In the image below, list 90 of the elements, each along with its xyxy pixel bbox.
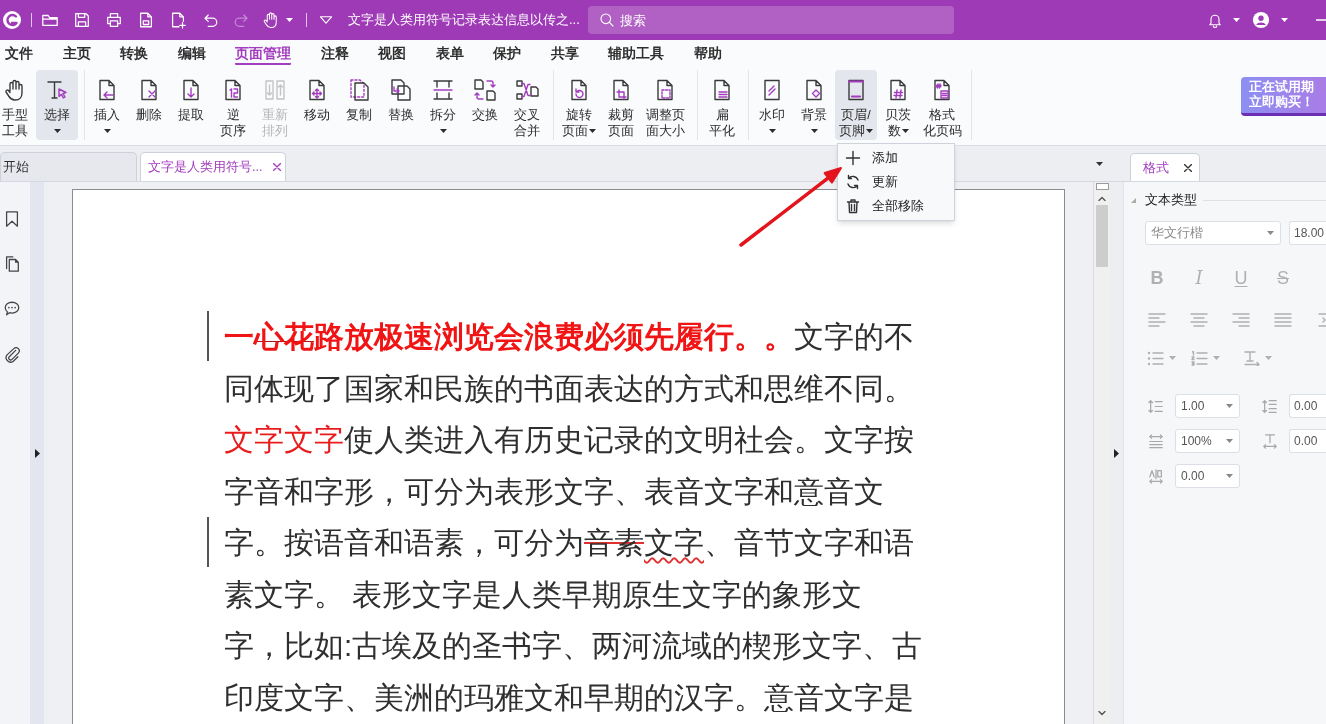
select-button[interactable]: 选择 bbox=[36, 70, 78, 140]
bell-icon[interactable] bbox=[1207, 12, 1223, 28]
hand-icon[interactable] bbox=[262, 11, 280, 29]
pages-exchange-icon bbox=[473, 78, 497, 102]
caret-icon[interactable] bbox=[1096, 161, 1103, 166]
menu-tab[interactable]: 文件 bbox=[5, 43, 33, 65]
menu-tab[interactable]: 辅助工具 bbox=[608, 43, 664, 65]
app-logo-icon[interactable] bbox=[2, 10, 22, 30]
caret-icon bbox=[1226, 439, 1233, 443]
extract-button[interactable]: 提取 bbox=[170, 70, 212, 140]
menu-item[interactable]: 添加 bbox=[838, 146, 954, 170]
caret-icon bbox=[103, 129, 111, 133]
page-number-button[interactable]: 格式 化页码 bbox=[919, 70, 965, 140]
text-cursor-icon bbox=[45, 78, 69, 102]
document-icon[interactable] bbox=[137, 11, 155, 29]
shuffle-arrows-icon bbox=[515, 78, 539, 102]
flatten-button[interactable]: 扁 平化 bbox=[701, 70, 743, 140]
comment-bubbles-icon[interactable] bbox=[3, 300, 21, 318]
save-icon[interactable] bbox=[73, 11, 91, 29]
menu-tab[interactable]: 共享 bbox=[550, 43, 579, 65]
caret-icon bbox=[866, 129, 873, 133]
refresh-icon bbox=[845, 174, 861, 190]
expand-arrow-icon[interactable] bbox=[1114, 448, 1119, 458]
pages-copy-icon bbox=[347, 78, 371, 102]
menu-tab[interactable]: 编辑 bbox=[177, 43, 206, 65]
move-button[interactable]: 移动 bbox=[296, 70, 338, 140]
scroll-up-icon[interactable] bbox=[1098, 196, 1106, 201]
menu-tab[interactable]: 保护 bbox=[493, 43, 521, 65]
split-handle[interactable] bbox=[1095, 183, 1109, 190]
menu-tab[interactable]: 帮助 bbox=[693, 43, 722, 65]
copy-button[interactable]: 复制 bbox=[338, 70, 380, 140]
resize-button[interactable]: 调整页 面大小 bbox=[642, 70, 688, 140]
caret-icon bbox=[810, 129, 818, 133]
plus-icon bbox=[845, 150, 861, 166]
watermark-button[interactable]: 水印 bbox=[751, 70, 793, 140]
pages-swap-arrow-icon bbox=[389, 78, 413, 102]
paperclip-icon[interactable] bbox=[3, 345, 21, 363]
caret-icon bbox=[1226, 404, 1233, 408]
caret-icon bbox=[589, 129, 596, 133]
menu-item[interactable]: 全部移除 bbox=[838, 194, 954, 218]
section-heading: 文本类型 bbox=[1145, 191, 1197, 210]
reverse-order-button[interactable]: 逆 页序 bbox=[212, 70, 254, 140]
menu-tab[interactable]: 视图 bbox=[378, 43, 406, 65]
caret-icon[interactable] bbox=[1281, 18, 1288, 22]
cross-merge-button[interactable]: 交叉 合并 bbox=[506, 70, 548, 140]
pages-arrows-icon bbox=[263, 78, 287, 102]
replace-button[interactable]: 替换 bbox=[380, 70, 422, 140]
bookmark-icon[interactable] bbox=[3, 210, 21, 228]
crop-button[interactable]: 裁剪 页面 bbox=[600, 70, 642, 140]
caret-icon bbox=[53, 129, 61, 133]
user-avatar-icon[interactable] bbox=[1252, 11, 1270, 29]
header-footer-button[interactable]: 页眉/ 页脚 bbox=[835, 70, 877, 140]
pages-icon[interactable] bbox=[3, 255, 21, 273]
trash-icon bbox=[845, 198, 861, 214]
menu-tab[interactable]: 主页 bbox=[62, 43, 91, 65]
menu-tab[interactable]: 表单 bbox=[435, 43, 464, 65]
scrollbar-thumb[interactable] bbox=[1096, 205, 1108, 267]
scroll-down-icon[interactable] bbox=[1098, 711, 1106, 716]
swap-button[interactable]: 交换 bbox=[464, 70, 506, 140]
caret-icon[interactable] bbox=[1233, 18, 1240, 22]
paragraph-spacing-icon bbox=[1262, 397, 1278, 415]
horizontal-scale-icon bbox=[1148, 432, 1164, 450]
split-button[interactable]: 拆分 bbox=[422, 70, 464, 140]
bates-number-button[interactable]: 贝茨 数 bbox=[877, 70, 919, 140]
baseline-offset-icon bbox=[1262, 432, 1278, 450]
background-button[interactable]: 背景 bbox=[793, 70, 835, 140]
menu-tab[interactable]: 转换 bbox=[120, 43, 148, 65]
document-title: 文字是人类用符号记录表达信息以传之... bbox=[348, 11, 580, 30]
delete-button[interactable]: 删除 bbox=[128, 70, 170, 140]
search-icon bbox=[599, 12, 615, 28]
document-tab[interactable]: 文字是人类用符号... bbox=[140, 152, 286, 181]
printer-icon[interactable] bbox=[105, 11, 123, 29]
caret-icon[interactable] bbox=[286, 18, 293, 22]
caret-icon bbox=[439, 129, 447, 133]
insert-button[interactable]: 插入 bbox=[86, 70, 128, 140]
hand-tool-button[interactable]: 手型 工具 bbox=[0, 70, 30, 140]
rotate-button[interactable]: 旋转 页面 bbox=[558, 70, 600, 140]
new-document-icon[interactable] bbox=[169, 11, 187, 29]
character-spacing-icon bbox=[1148, 467, 1164, 485]
split-lines-icon bbox=[431, 78, 455, 102]
caret-icon bbox=[1267, 231, 1274, 235]
menu-tab[interactable]: 页面管理 bbox=[235, 43, 291, 65]
menu-item[interactable]: 更新 bbox=[838, 170, 954, 194]
caret-icon bbox=[901, 129, 909, 133]
document-tab[interactable]: 开始 bbox=[0, 152, 137, 181]
expand-arrow-icon[interactable] bbox=[34, 448, 40, 458]
caret-icon bbox=[768, 129, 776, 133]
menu-tab[interactable]: 注释 bbox=[320, 43, 349, 65]
line-spacing-icon bbox=[1148, 397, 1164, 415]
caret-icon bbox=[1226, 474, 1233, 478]
